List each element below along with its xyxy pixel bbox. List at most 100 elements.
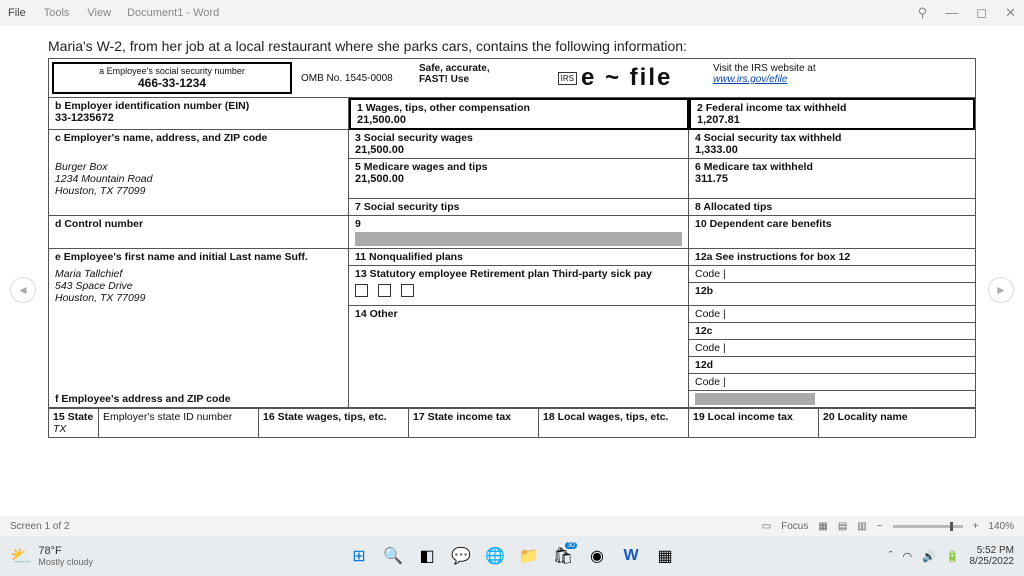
- box-3-value: 21,500.00: [355, 144, 682, 156]
- box-12-right: Code | 12b: [689, 266, 975, 306]
- box-9: 9: [349, 216, 689, 249]
- box-12d-label: 12d: [689, 357, 975, 374]
- document-area: ◄ ► Maria's W-2, from her job at a local…: [0, 26, 1024, 528]
- nav-next-button[interactable]: ►: [988, 277, 1014, 303]
- volume-icon[interactable]: 🔊: [922, 550, 936, 563]
- box-c: c Employer's name, address, and ZIP code: [49, 130, 349, 159]
- search-icon[interactable]: 🔍: [381, 544, 405, 568]
- box-14-pad: [349, 391, 689, 408]
- view-icon-1[interactable]: ▦: [818, 521, 827, 532]
- box-b-value: 33-1235672: [55, 112, 342, 124]
- menu-bar: File Tools View: [8, 7, 111, 19]
- weather-text: Mostly cloudy: [38, 557, 93, 567]
- pin-icon[interactable]: ⚲: [918, 5, 928, 21]
- edge-icon[interactable]: 🌐: [483, 544, 507, 568]
- box-b-label: b Employer identification number (EIN): [55, 100, 342, 112]
- zoom-slider[interactable]: [893, 525, 963, 528]
- box-15: 15 State TX: [49, 409, 99, 437]
- taskbar: ⛅ 78°F Mostly cloudy ⊞ 🔍 ◧ 💬 🌐 📁 🛍30 ◉ W…: [0, 536, 1024, 576]
- view-icon-3[interactable]: ▥: [857, 521, 866, 532]
- box-1-value: 21,500.00: [357, 114, 681, 126]
- check-sickpay[interactable]: [401, 284, 414, 297]
- check-retirement[interactable]: [378, 284, 391, 297]
- box-16: 16 State wages, tips, etc.: [259, 409, 409, 437]
- box-18: 18 Local wages, tips, etc.: [539, 409, 689, 437]
- tray-chevron-icon[interactable]: ˆ: [889, 550, 893, 562]
- box-9-label: 9: [355, 218, 361, 230]
- box-9-fill: [355, 232, 682, 246]
- box-6-value: 311.75: [695, 173, 969, 185]
- window-controls: ⚲ — ◻ ✕: [918, 5, 1016, 21]
- box-b: b Employer identification number (EIN) 3…: [49, 98, 349, 130]
- box-15-value: TX: [53, 423, 94, 435]
- status-bar: Screen 1 of 2 ▭ Focus ▦ ▤ ▥ − + 140%: [0, 516, 1024, 536]
- box-4: 4 Social security tax withheld 1,333.00: [689, 130, 975, 159]
- app-icon[interactable]: ▦: [653, 544, 677, 568]
- clock-time: 5:52 PM: [970, 545, 1015, 556]
- box-12cd: Code | 12c Code | 12d Code |: [689, 306, 975, 391]
- box-13-checks: [355, 280, 682, 301]
- zoom-in[interactable]: +: [973, 521, 979, 532]
- box-5: 5 Medicare wages and tips 21,500.00: [349, 159, 689, 199]
- box-19: 19 Local income tax: [689, 409, 819, 437]
- employer-addr1: 1234 Mountain Road: [55, 173, 342, 185]
- code-12d: Code |: [689, 374, 975, 390]
- taskbar-center: ⊞ 🔍 ◧ 💬 🌐 📁 🛍30 ◉ W ▦: [347, 544, 677, 568]
- chat-icon[interactable]: 💬: [449, 544, 473, 568]
- menu-file[interactable]: File: [8, 7, 26, 19]
- focus-icon[interactable]: ▭: [762, 521, 771, 532]
- check-statutory[interactable]: [355, 284, 368, 297]
- screen-indicator: Screen 1 of 2: [10, 521, 69, 532]
- store-icon[interactable]: 🛍30: [551, 544, 575, 568]
- close-button[interactable]: ✕: [1005, 5, 1016, 21]
- box-3-label: 3 Social security wages: [355, 132, 682, 144]
- wifi-icon[interactable]: ◠: [902, 550, 912, 563]
- box-5-label: 5 Medicare wages and tips: [355, 161, 682, 173]
- weather-icon: ⛅: [10, 546, 32, 567]
- focus-label[interactable]: Focus: [781, 521, 808, 532]
- page-heading: Maria's W-2, from her job at a local res…: [48, 38, 976, 54]
- irs-tag: IRS: [558, 72, 577, 85]
- code-12b: Code |: [689, 306, 975, 323]
- chrome-icon[interactable]: ◉: [585, 544, 609, 568]
- safe-cell: Safe, accurate, FAST! Use: [415, 59, 525, 97]
- box-10: 10 Dependent care benefits: [689, 216, 975, 249]
- maximize-button[interactable]: ◻: [976, 5, 987, 21]
- employer-name: Burger Box: [55, 161, 342, 173]
- box-12a: 12a See instructions for box 12: [689, 249, 975, 266]
- visit-label: Visit the IRS website at: [713, 63, 967, 74]
- state-row: 15 State TX Employer's state ID number 1…: [49, 408, 975, 437]
- box-6-label: 6 Medicare tax withheld: [695, 161, 969, 173]
- box-c-pad: [49, 199, 349, 216]
- explorer-icon[interactable]: 📁: [517, 544, 541, 568]
- efile-cell: IRS e ~ file: [525, 59, 705, 97]
- view-icon-2[interactable]: ▤: [838, 521, 847, 532]
- box-1-label: 1 Wages, tips, other compensation: [357, 102, 681, 114]
- box-c-label: c Employer's name, address, and ZIP code: [55, 132, 342, 144]
- battery-icon[interactable]: 🔋: [946, 550, 960, 563]
- clock[interactable]: 5:52 PM 8/25/2022: [970, 545, 1015, 567]
- box-12-fill: [689, 391, 975, 408]
- start-icon[interactable]: ⊞: [347, 544, 371, 568]
- w2-form: a Employee's social security number 466-…: [48, 58, 976, 438]
- employee-name: Maria Tallchief: [55, 268, 342, 280]
- employee-addr2: Houston, TX 77099: [55, 292, 342, 304]
- box-e: e Employee's first name and initial Last…: [49, 249, 349, 266]
- titlebar: File Tools View Document1 - Word ⚲ — ◻ ✕: [0, 0, 1024, 26]
- ssn-value: 466-33-1234: [64, 76, 280, 90]
- ssn-box: a Employee's social security number 466-…: [52, 62, 292, 94]
- taskview-icon[interactable]: ◧: [415, 544, 439, 568]
- menu-view[interactable]: View: [87, 7, 111, 19]
- box-6: 6 Medicare tax withheld 311.75: [689, 159, 975, 199]
- menu-tools[interactable]: Tools: [44, 7, 70, 19]
- visit-link[interactable]: www.irs.gov/efile: [713, 74, 787, 85]
- store-badge: 30: [565, 542, 577, 549]
- word-icon[interactable]: W: [619, 544, 643, 568]
- minimize-button[interactable]: —: [945, 5, 958, 21]
- box-4-label: 4 Social security tax withheld: [695, 132, 969, 144]
- zoom-out[interactable]: −: [877, 521, 883, 532]
- nav-prev-button[interactable]: ◄: [10, 277, 36, 303]
- weather-widget[interactable]: ⛅ 78°F Mostly cloudy: [10, 545, 93, 567]
- box-12b-label: 12b: [689, 283, 975, 299]
- box-e-body: Maria Tallchief 543 Space Drive Houston,…: [49, 266, 349, 306]
